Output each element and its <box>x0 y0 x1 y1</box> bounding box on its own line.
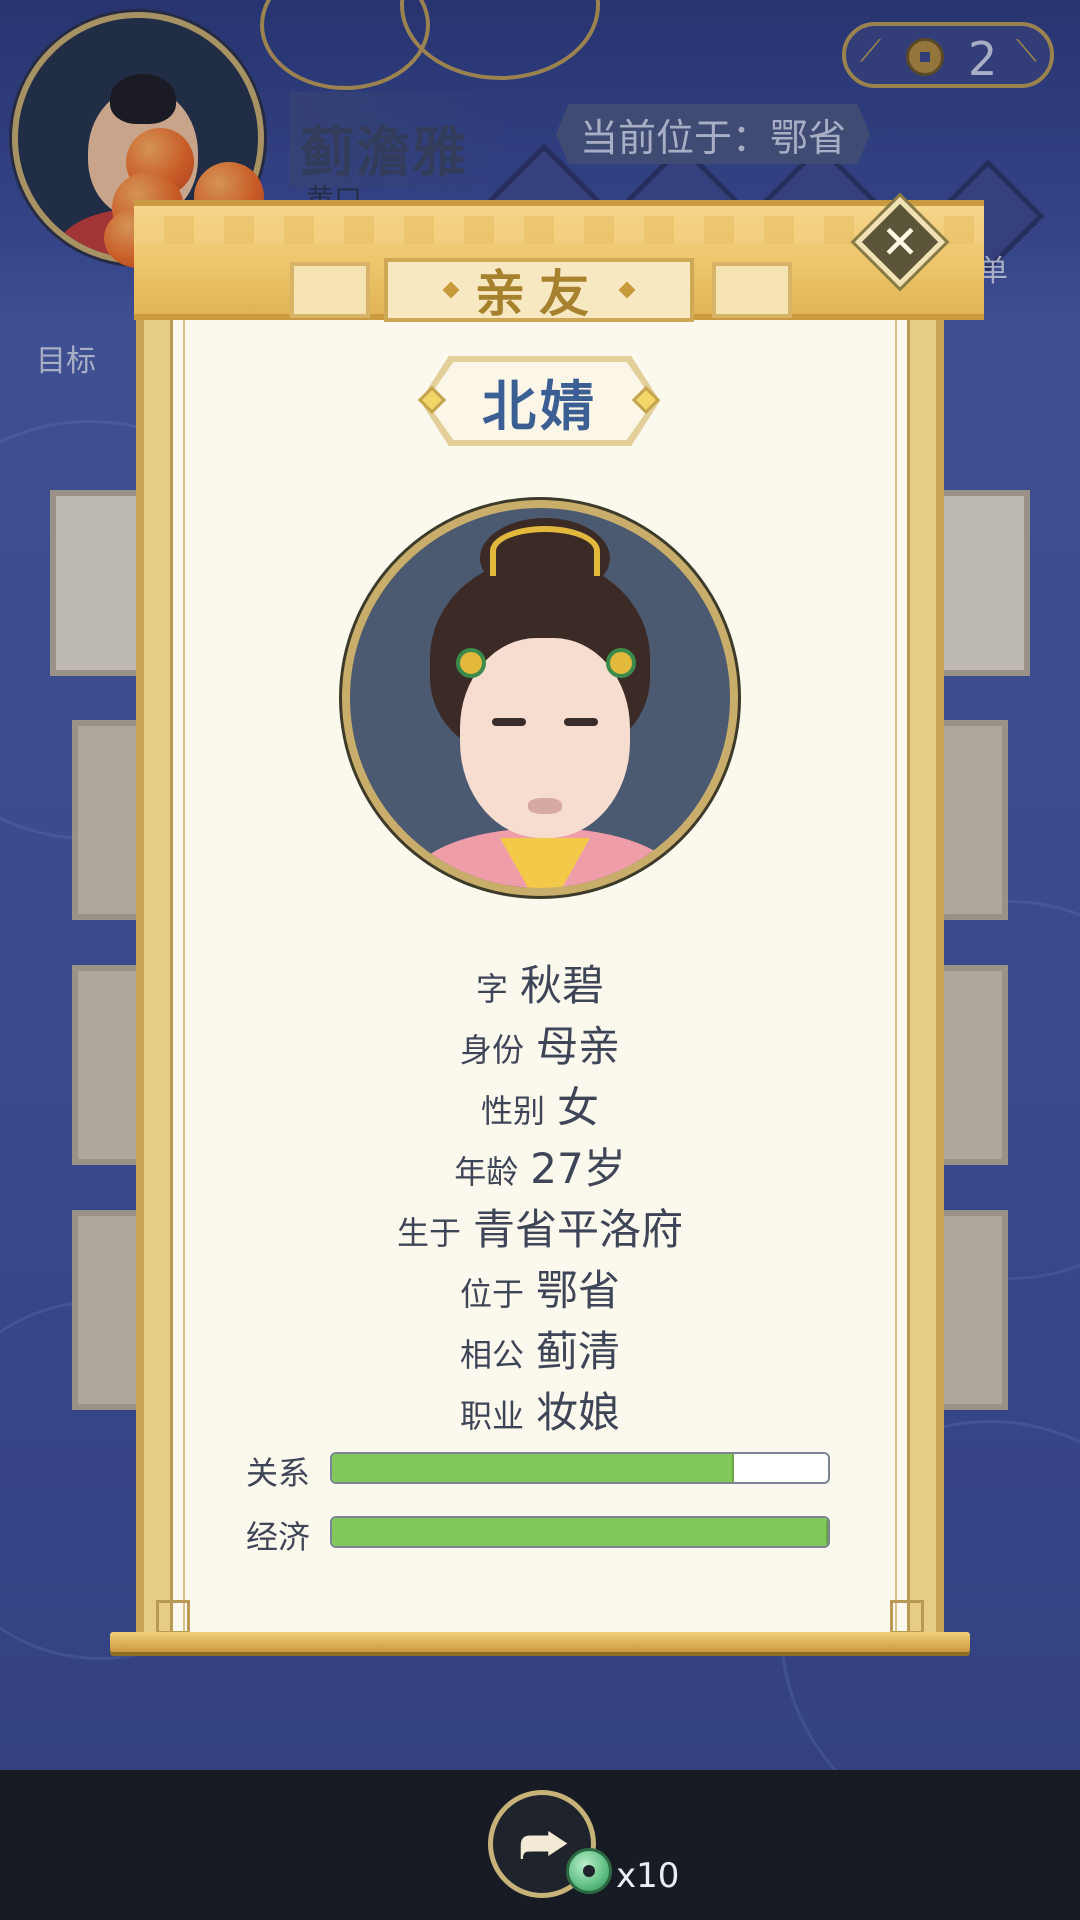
frame-corner-ornament <box>890 1600 924 1634</box>
bar-track <box>330 1516 830 1548</box>
info-row-courtesy-name: 字秋碧 <box>475 961 605 1010</box>
share-icon[interactable]: ⮫ <box>514 1818 574 1874</box>
bar-track <box>330 1452 830 1484</box>
economy-bar: 经济 <box>246 1512 846 1556</box>
diamond-ornament <box>442 281 460 299</box>
info-row-gender: 性别女 <box>480 1083 600 1132</box>
relationship-bar: 关系 <box>246 1448 846 1492</box>
modal-title: 亲友 <box>475 265 603 323</box>
header-slot <box>712 262 792 318</box>
hairpin-ornament <box>456 648 486 678</box>
info-row-age: 年龄 27岁 <box>454 1144 626 1193</box>
diamond-ornament <box>618 281 636 299</box>
info-row-spouse: 相公 蓟清 <box>459 1327 621 1376</box>
scroll-header: 亲友 <box>134 200 984 323</box>
frame-corner-ornament <box>156 1600 190 1634</box>
jade-coin-icon <box>566 1848 612 1894</box>
hairpin-ornament <box>606 648 636 678</box>
character-name: 北婧 <box>482 374 598 438</box>
close-icon[interactable]: ✕ <box>868 210 932 274</box>
bar-fill <box>332 1454 734 1482</box>
info-row-occupation: 职业 妆娘 <box>459 1388 621 1437</box>
share-reward-count: x10 <box>616 1856 680 1896</box>
character-portrait <box>342 500 738 896</box>
info-row-birthplace: 生于 青省平洛府 <box>396 1205 684 1254</box>
hair-crown-ornament <box>490 526 600 576</box>
info-row-location: 位于 鄂省 <box>459 1266 621 1315</box>
scroll-bottom-rod <box>110 1632 970 1652</box>
bar-fill <box>332 1518 828 1546</box>
name-plate: 北婧 <box>426 362 654 440</box>
header-slot <box>290 262 370 318</box>
modal-title-tab: 亲友 <box>384 258 694 323</box>
info-row-identity: 身份 母亲 <box>459 1022 621 1071</box>
